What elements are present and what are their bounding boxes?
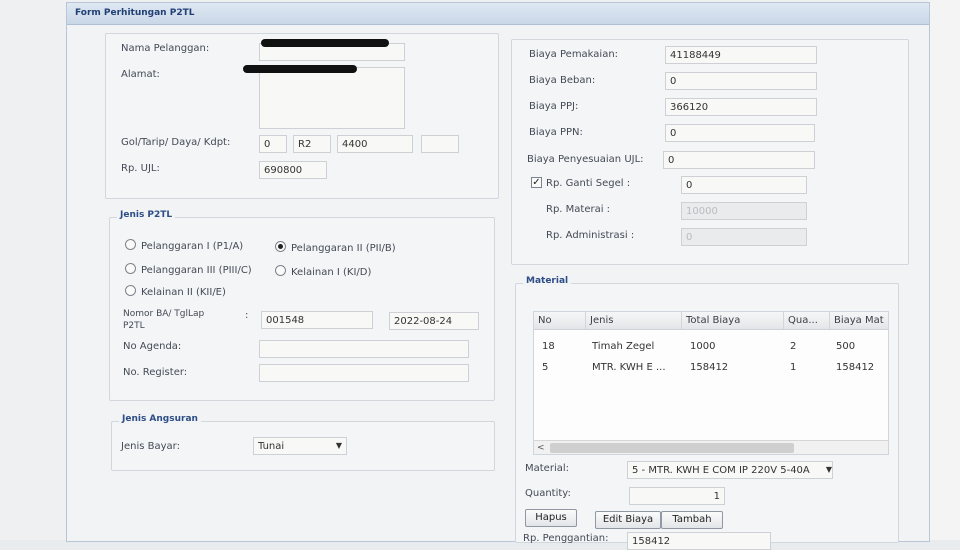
hapus-button[interactable]: Hapus — [525, 509, 577, 527]
tambah-button[interactable]: Tambah — [661, 511, 723, 529]
register-input[interactable] — [259, 364, 469, 382]
chevron-down-icon[interactable]: ▼ — [333, 438, 345, 454]
column-header-no[interactable]: No — [534, 312, 586, 330]
nomor-ba-input[interactable]: 001548 — [261, 311, 373, 329]
quantity-label: Quantity: — [525, 488, 571, 499]
column-header-biaya-material[interactable]: Biaya Mat — [830, 312, 888, 330]
beban-input[interactable]: 0 — [665, 72, 817, 90]
cell-quantity: 2 — [790, 341, 797, 352]
redaction-mark — [243, 65, 357, 73]
nomor-ba-separator: : — [245, 310, 249, 321]
jenis-p2tl-legend: Jenis P2TL — [117, 210, 176, 220]
radio-kelainan-1[interactable] — [275, 265, 286, 276]
cell-quantity: 1 — [790, 362, 797, 373]
ppn-label: Biaya PPN: — [529, 127, 583, 138]
column-header-quantity[interactable]: Qua... — [784, 312, 830, 330]
radio-label: Kelainan I (KI/D) — [291, 267, 372, 278]
material-select[interactable]: 5 - MTR. KWH E COM IP 220V 5-40A — [627, 461, 833, 479]
material-legend: Material — [523, 276, 572, 286]
cell-jenis: MTR. KWH E ... — [592, 362, 666, 373]
horizontal-scrollbar[interactable]: < — [534, 440, 888, 454]
title-bar: Form Perhitungan P2TL — [67, 3, 929, 25]
cell-total-biaya: 158412 — [690, 362, 729, 373]
nama-label: Nama Pelanggan: — [121, 43, 210, 54]
ganti-segel-checkbox[interactable]: ✓ — [531, 177, 542, 188]
alamat-label: Alamat: — [121, 69, 160, 80]
scroll-left-icon[interactable]: < — [537, 441, 545, 454]
cell-biaya-material: 158412 — [836, 362, 875, 373]
cell-no: 18 — [542, 341, 555, 352]
administrasi-label: Rp. Administrasi : — [546, 230, 635, 241]
ppn-input[interactable]: 0 — [665, 124, 815, 142]
p2tl-form-window: Form Perhitungan P2TL Nama Pelanggan: Al… — [66, 2, 930, 550]
scrollbar-thumb[interactable] — [550, 443, 794, 453]
penyesuaian-input[interactable]: 0 — [663, 151, 815, 169]
gol-label: Gol/Tarip/ Daya/ Kdpt: — [121, 137, 231, 148]
cell-jenis: Timah Zegel — [592, 341, 655, 352]
radio-label: Kelainan II (KII/E) — [141, 287, 226, 298]
beban-label: Biaya Beban: — [529, 75, 596, 86]
ganti-segel-label: Rp. Ganti Segel : — [546, 178, 631, 189]
cell-total-biaya: 1000 — [690, 341, 716, 352]
ujl-input[interactable]: 690800 — [259, 161, 327, 179]
radio-pelanggaran-2[interactable] — [275, 241, 286, 252]
jenis-bayar-label: Jenis Bayar: — [121, 441, 180, 452]
agenda-label: No Agenda: — [123, 341, 182, 352]
edit-biaya-button[interactable]: Edit Biaya — [595, 511, 661, 529]
pemakaian-input[interactable]: 41188449 — [665, 46, 817, 64]
radio-kelainan-2[interactable] — [125, 285, 136, 296]
radio-pelanggaran-1[interactable] — [125, 239, 136, 250]
radio-label: Pelanggaran I (P1/A) — [141, 241, 244, 252]
monitor-edge — [928, 0, 960, 540]
pemakaian-label: Biaya Pemakaian: — [529, 49, 619, 60]
quantity-input[interactable]: 1 — [629, 487, 725, 505]
chevron-down-icon[interactable]: ▼ — [823, 462, 835, 478]
administrasi-input[interactable]: 0 — [681, 228, 807, 246]
ujl-label: Rp. UJL: — [121, 163, 160, 174]
register-label: No. Register: — [123, 367, 188, 378]
penggantian-label: Rp. Penggantian: — [523, 533, 609, 544]
tarip-input[interactable]: R2 — [293, 135, 331, 153]
jenis-angsuran-legend: Jenis Angsuran — [119, 414, 201, 424]
kdpt-input[interactable] — [421, 135, 459, 153]
material-grid: No Jenis Total Biaya Qua... Biaya Mat 18… — [533, 311, 889, 455]
radio-pelanggaran-3[interactable] — [125, 263, 136, 274]
ppj-label: Biaya PPJ: — [529, 101, 579, 112]
column-header-total-biaya[interactable]: Total Biaya — [682, 312, 784, 330]
screen: Form Perhitungan P2TL Nama Pelanggan: Al… — [0, 0, 960, 550]
table-row[interactable]: 18 Timah Zegel 1000 2 500 — [534, 338, 888, 356]
ppj-input[interactable]: 366120 — [665, 98, 817, 116]
material-label: Material: — [525, 463, 569, 474]
materai-input[interactable]: 10000 — [681, 202, 807, 220]
radio-label: Pelanggaran II (PII/B) — [291, 243, 396, 254]
radio-label: Pelanggaran III (PIII/C) — [141, 265, 252, 276]
table-row[interactable]: 5 MTR. KWH E ... 158412 1 158412 — [534, 359, 888, 377]
alamat-textarea[interactable] — [259, 67, 405, 129]
golongan-input[interactable]: 0 — [259, 135, 287, 153]
nomor-ba-label: Nomor BA/ TglLap — [123, 309, 205, 319]
materai-label: Rp. Materai : — [546, 204, 611, 215]
cell-no: 5 — [542, 362, 549, 373]
tgl-lap-input[interactable]: 2022-08-24 — [389, 312, 479, 330]
column-header-jenis[interactable]: Jenis — [586, 312, 682, 330]
penyesuaian-label: Biaya Penyesuaian UJL: — [527, 154, 644, 165]
redaction-mark — [261, 39, 389, 47]
nomor-ba-label-line2: P2TL — [123, 321, 145, 331]
ganti-segel-input[interactable]: 0 — [681, 176, 807, 194]
window-title: Form Perhitungan P2TL — [75, 8, 195, 18]
agenda-input[interactable] — [259, 340, 469, 358]
cell-biaya-material: 500 — [836, 341, 856, 352]
daya-input[interactable]: 4400 — [337, 135, 413, 153]
penggantian-input[interactable]: 158412 — [627, 532, 771, 550]
